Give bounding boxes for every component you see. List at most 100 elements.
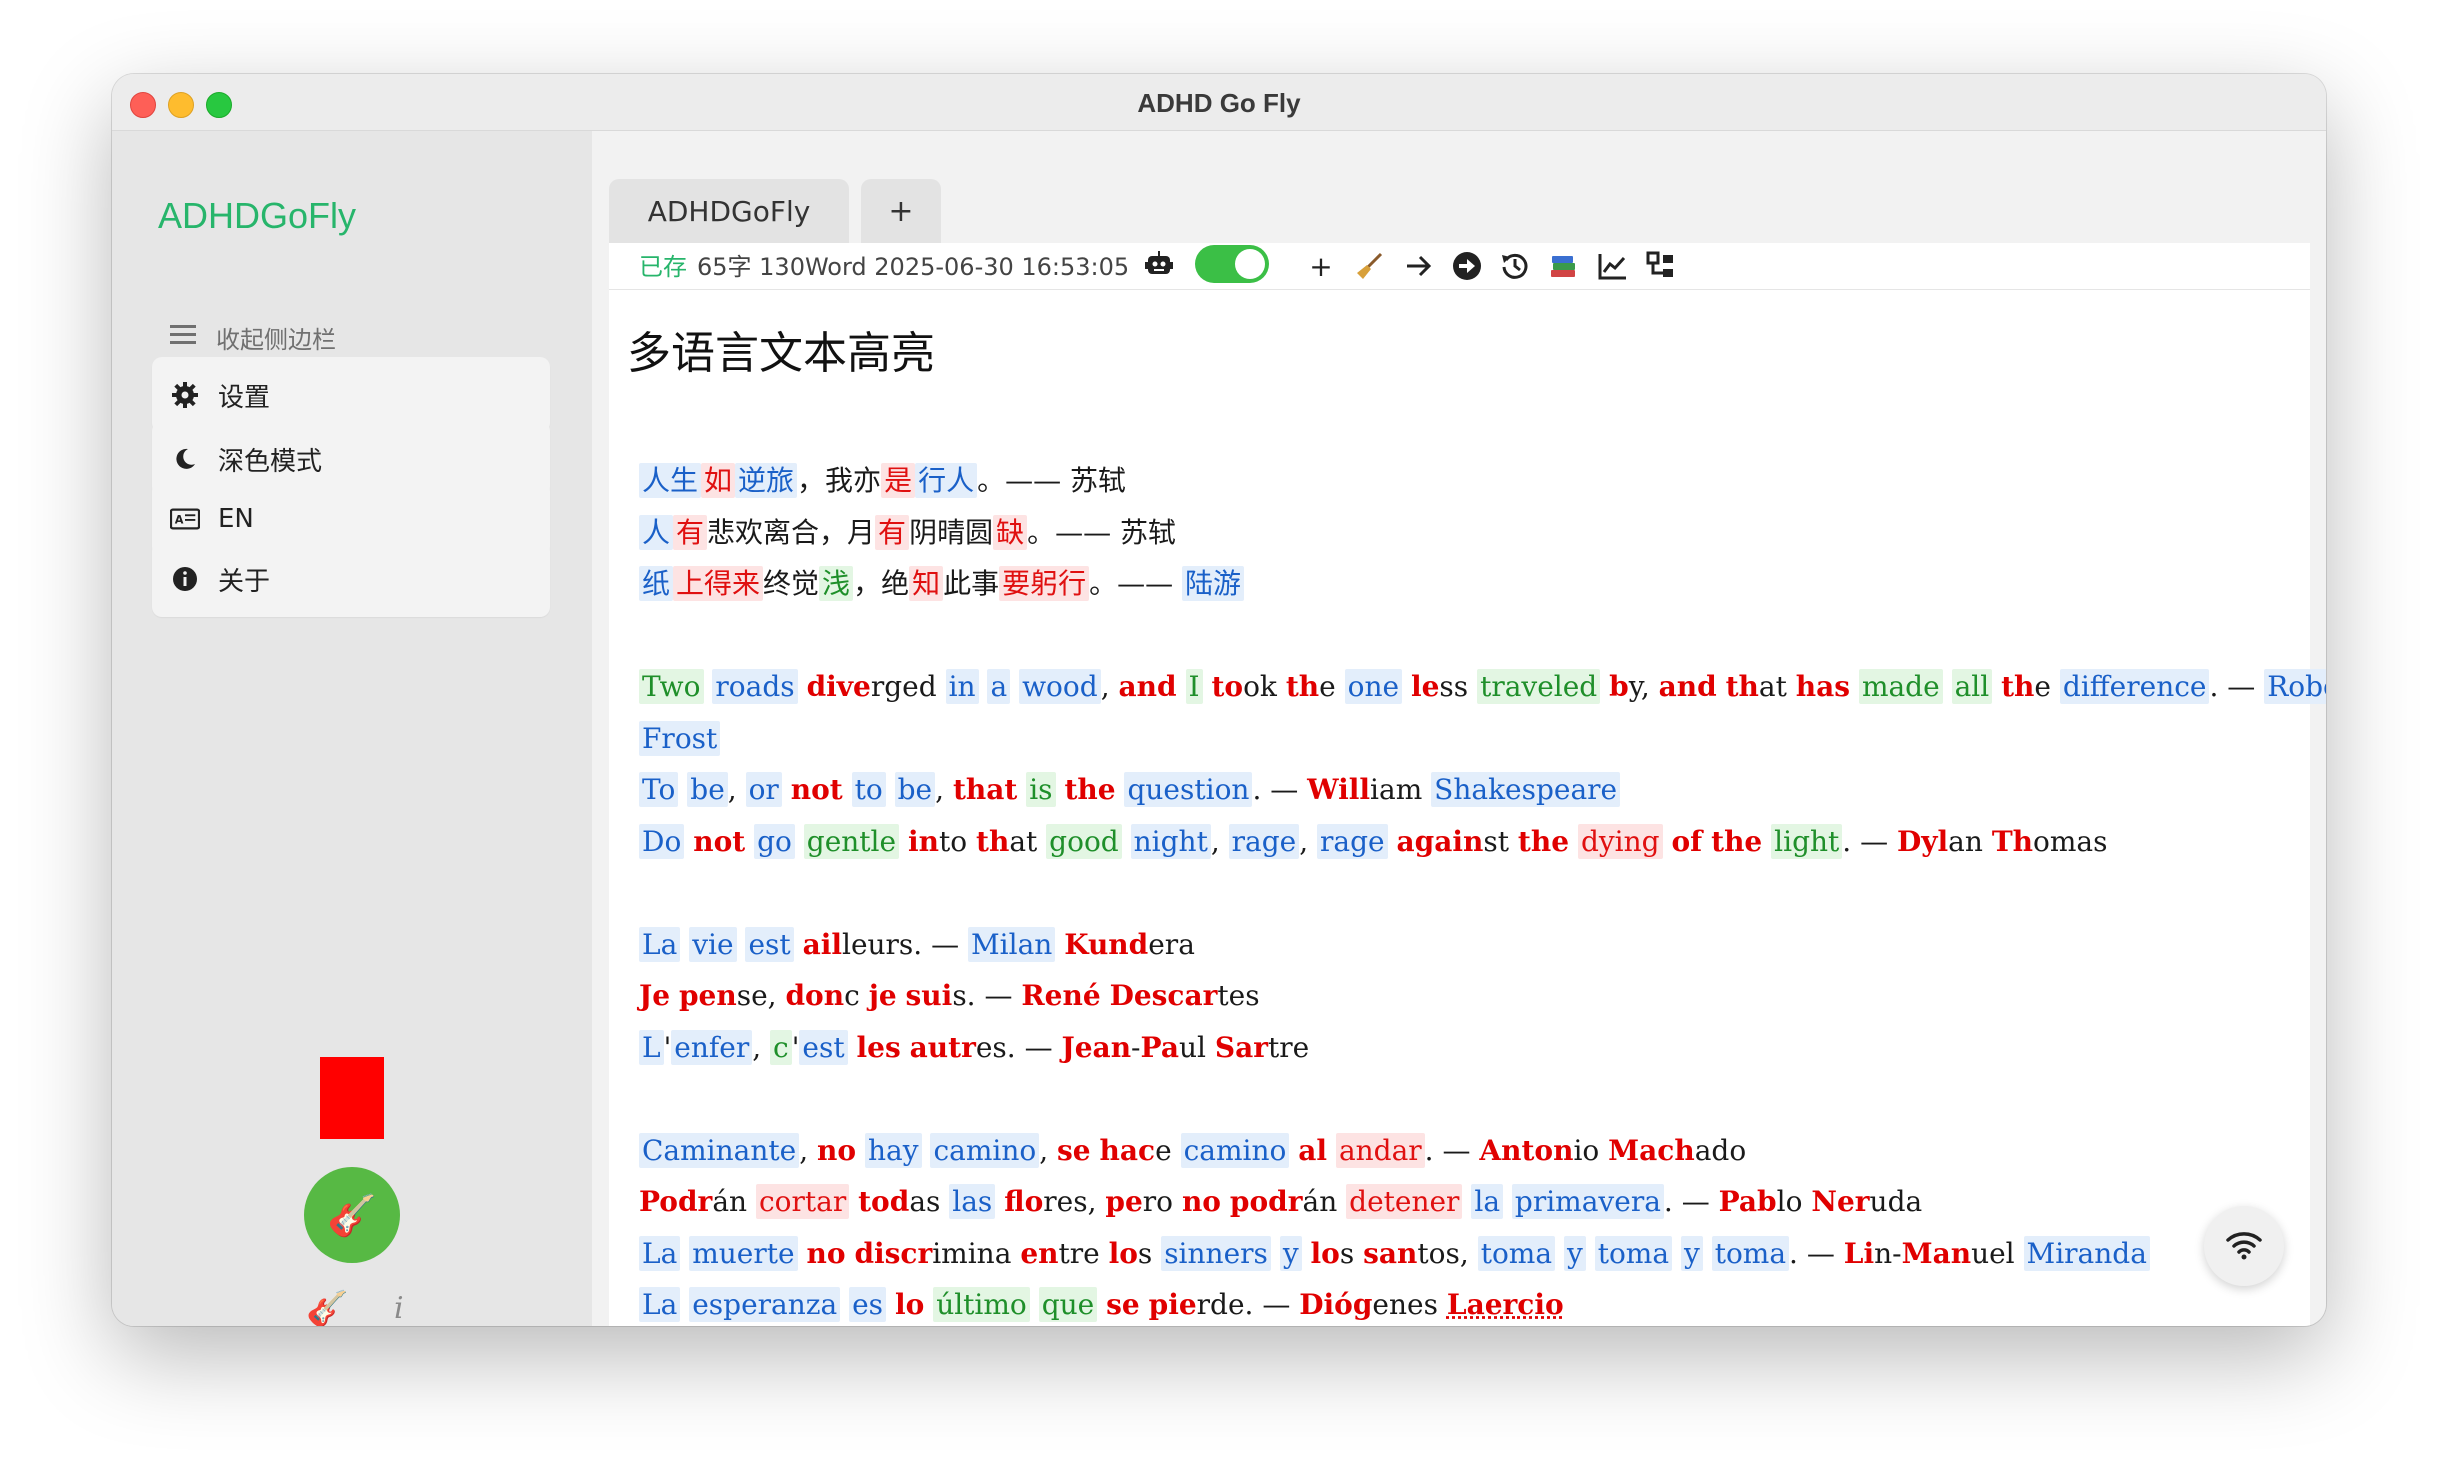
highlighted-word: al bbox=[1298, 1133, 1328, 1167]
document-content[interactable]: 人生如逆旅 ，我亦是行人 。—— 苏轼人有悲欢离合，月有阴晴圆缺。—— 苏轼纸上得来… bbox=[639, 455, 2326, 1326]
plain-text bbox=[1017, 773, 1026, 806]
highlighted-word: 逆旅 bbox=[735, 463, 798, 498]
plain-text: e bbox=[1155, 1133, 1181, 1167]
highlighted-word: sui bbox=[905, 979, 953, 1012]
text-line[interactable]: La muerte no discrimina entre los sinner… bbox=[639, 1228, 2270, 1280]
highlighted-word: again bbox=[1396, 824, 1484, 858]
text-line[interactable]: Two roads diverged in a wood, and I took… bbox=[639, 661, 2326, 713]
plain-text: , bbox=[727, 773, 746, 806]
plain-text bbox=[843, 773, 852, 806]
guitar-icon: 🎸 bbox=[327, 1192, 377, 1239]
ai-toggle[interactable] bbox=[1195, 245, 1269, 283]
app-window: ADHD Go Fly ADHDGoFly 收起侧边栏 设置 深色模式 A EN… bbox=[112, 74, 2326, 1326]
highlighted-word: Anton bbox=[1479, 1133, 1574, 1167]
wifi-icon bbox=[2224, 1228, 2264, 1264]
wifi-button[interactable] bbox=[2204, 1206, 2284, 1286]
about-button[interactable]: 关于 bbox=[152, 541, 550, 617]
highlighted-word: made bbox=[1858, 669, 1943, 704]
highlighted-word: Ner bbox=[1811, 1185, 1870, 1218]
plain-text bbox=[886, 1288, 895, 1321]
small-info-icon[interactable]: i bbox=[394, 1291, 404, 1326]
plain-text bbox=[856, 1134, 865, 1167]
text-line[interactable]: Caminante, no hay camino, se hace camino… bbox=[639, 1125, 2270, 1177]
plain-text bbox=[1177, 670, 1186, 703]
plain-text bbox=[1503, 1185, 1512, 1218]
highlighted-word: se bbox=[1106, 1288, 1140, 1321]
tab-adhdgofly[interactable]: ADHDGoFly bbox=[609, 179, 849, 246]
plain-text: 悲欢离合，月 bbox=[707, 515, 876, 549]
plain-text: ，我亦 bbox=[797, 464, 882, 497]
text-line[interactable]: La esperanza es lo último que se pierde.… bbox=[639, 1279, 2270, 1326]
highlighted-word: primavera bbox=[1511, 1184, 1664, 1219]
highlighted-word: 是 bbox=[881, 463, 916, 498]
text-line[interactable]: 人生如逆旅 ，我亦是行人 。—— 苏轼 bbox=[639, 455, 2270, 507]
chart-icon[interactable] bbox=[1595, 249, 1631, 283]
highlighted-word: I bbox=[1185, 669, 1203, 704]
small-guitar-icon[interactable]: 🎸 bbox=[306, 1289, 348, 1326]
plain-text bbox=[1140, 1288, 1149, 1321]
plain-text bbox=[840, 1288, 849, 1321]
text-line[interactable]: To be, or not to be, that is the questio… bbox=[639, 764, 2270, 816]
broom-icon[interactable] bbox=[1351, 249, 1387, 283]
highlighted-word: or bbox=[745, 772, 782, 807]
highlighted-word: 缺 bbox=[993, 514, 1028, 550]
plain-text: án bbox=[712, 1185, 756, 1218]
highlighted-word: rage bbox=[1228, 823, 1300, 859]
dark-mode-label: 深色模式 bbox=[218, 446, 323, 477]
text-line[interactable]: 人有悲欢离合，月有阴晴圆缺。—— 苏轼 bbox=[639, 507, 2270, 559]
text-line[interactable]: Do not go gentle into that good night, r… bbox=[639, 816, 2270, 868]
text-line[interactable]: 纸上得来 终觉浅，绝知此事 要躬行 。—— 陆游 bbox=[639, 558, 2270, 610]
plain-text: ul bbox=[1178, 1030, 1215, 1064]
highlighted-word: Jean bbox=[1061, 1030, 1132, 1064]
text-line[interactable]: La vie est ailleurs. — Milan Kundera bbox=[639, 919, 2270, 971]
plain-text: 。—— bbox=[1089, 567, 1183, 600]
plain-text bbox=[995, 1185, 1004, 1218]
highlighted-word: lo bbox=[1108, 1236, 1138, 1270]
highlighted-word: Je bbox=[639, 979, 671, 1012]
window-title: ADHD Go Fly bbox=[1137, 88, 1301, 118]
highlighted-word: 知 bbox=[909, 566, 944, 601]
gear-icon bbox=[170, 380, 200, 410]
tree-icon[interactable] bbox=[1643, 249, 1679, 283]
plain-text bbox=[1850, 670, 1859, 703]
about-label: 关于 bbox=[218, 566, 271, 597]
highlighted-word: Laer bbox=[1446, 1288, 1518, 1321]
collapse-sidebar-button[interactable]: 收起侧边栏 bbox=[170, 317, 336, 357]
plain-text bbox=[782, 773, 791, 806]
highlighted-word: je bbox=[868, 979, 897, 1012]
title-bar: ADHD Go Fly bbox=[112, 74, 2326, 131]
plain-text: tre bbox=[1058, 1236, 1109, 1270]
text-line[interactable]: Je pense, donc je suis. — René Descartes bbox=[639, 970, 2270, 1022]
highlighted-word: dying bbox=[1577, 823, 1663, 859]
highlighted-word: th bbox=[976, 824, 1010, 858]
sidebar-brand: ADHDGoFly bbox=[158, 195, 357, 236]
arrow-right-icon[interactable] bbox=[1401, 249, 1437, 283]
highlighted-word: La bbox=[639, 1235, 681, 1271]
plain-text bbox=[1030, 1288, 1039, 1321]
plain-text bbox=[680, 928, 689, 961]
robot-icon[interactable] bbox=[1145, 251, 1173, 281]
add-tab-button[interactable]: + bbox=[861, 179, 941, 243]
highlighted-word: est bbox=[799, 1029, 848, 1065]
plain-text bbox=[1569, 825, 1578, 858]
highlighted-word: has bbox=[1795, 670, 1851, 703]
highlighted-word: La bbox=[639, 926, 681, 962]
books-icon[interactable] bbox=[1545, 249, 1581, 283]
text-line[interactable]: Frost bbox=[639, 713, 2270, 765]
plain-text: c bbox=[844, 979, 869, 1012]
highlighted-word: 浅 bbox=[819, 566, 854, 601]
guitar-fab-button[interactable]: 🎸 bbox=[304, 1167, 400, 1263]
plain-text bbox=[899, 825, 908, 858]
plain-text: 阴晴圆 bbox=[909, 515, 994, 549]
highlighted-word: la bbox=[1471, 1184, 1504, 1219]
main-area: ADHDGoFly + 已存 65字 130Word 2025-06-30 16:… bbox=[593, 131, 2326, 1326]
text-line[interactable]: Podrán cortar todas las flores, pero no … bbox=[639, 1176, 2270, 1228]
highlighted-word: 上得来 bbox=[673, 566, 764, 601]
text-line[interactable]: L ' enfer, c ' est les autres. — Jean-Paul S… bbox=[639, 1022, 2270, 1074]
plus-icon[interactable]: + bbox=[1303, 249, 1339, 283]
circle-arrow-icon[interactable] bbox=[1449, 249, 1485, 283]
highlighted-word: tod bbox=[858, 1185, 910, 1218]
plain-text bbox=[1992, 670, 2001, 703]
plain-text: 。—— 苏轼 bbox=[1027, 515, 1176, 549]
history-icon[interactable] bbox=[1497, 249, 1533, 283]
